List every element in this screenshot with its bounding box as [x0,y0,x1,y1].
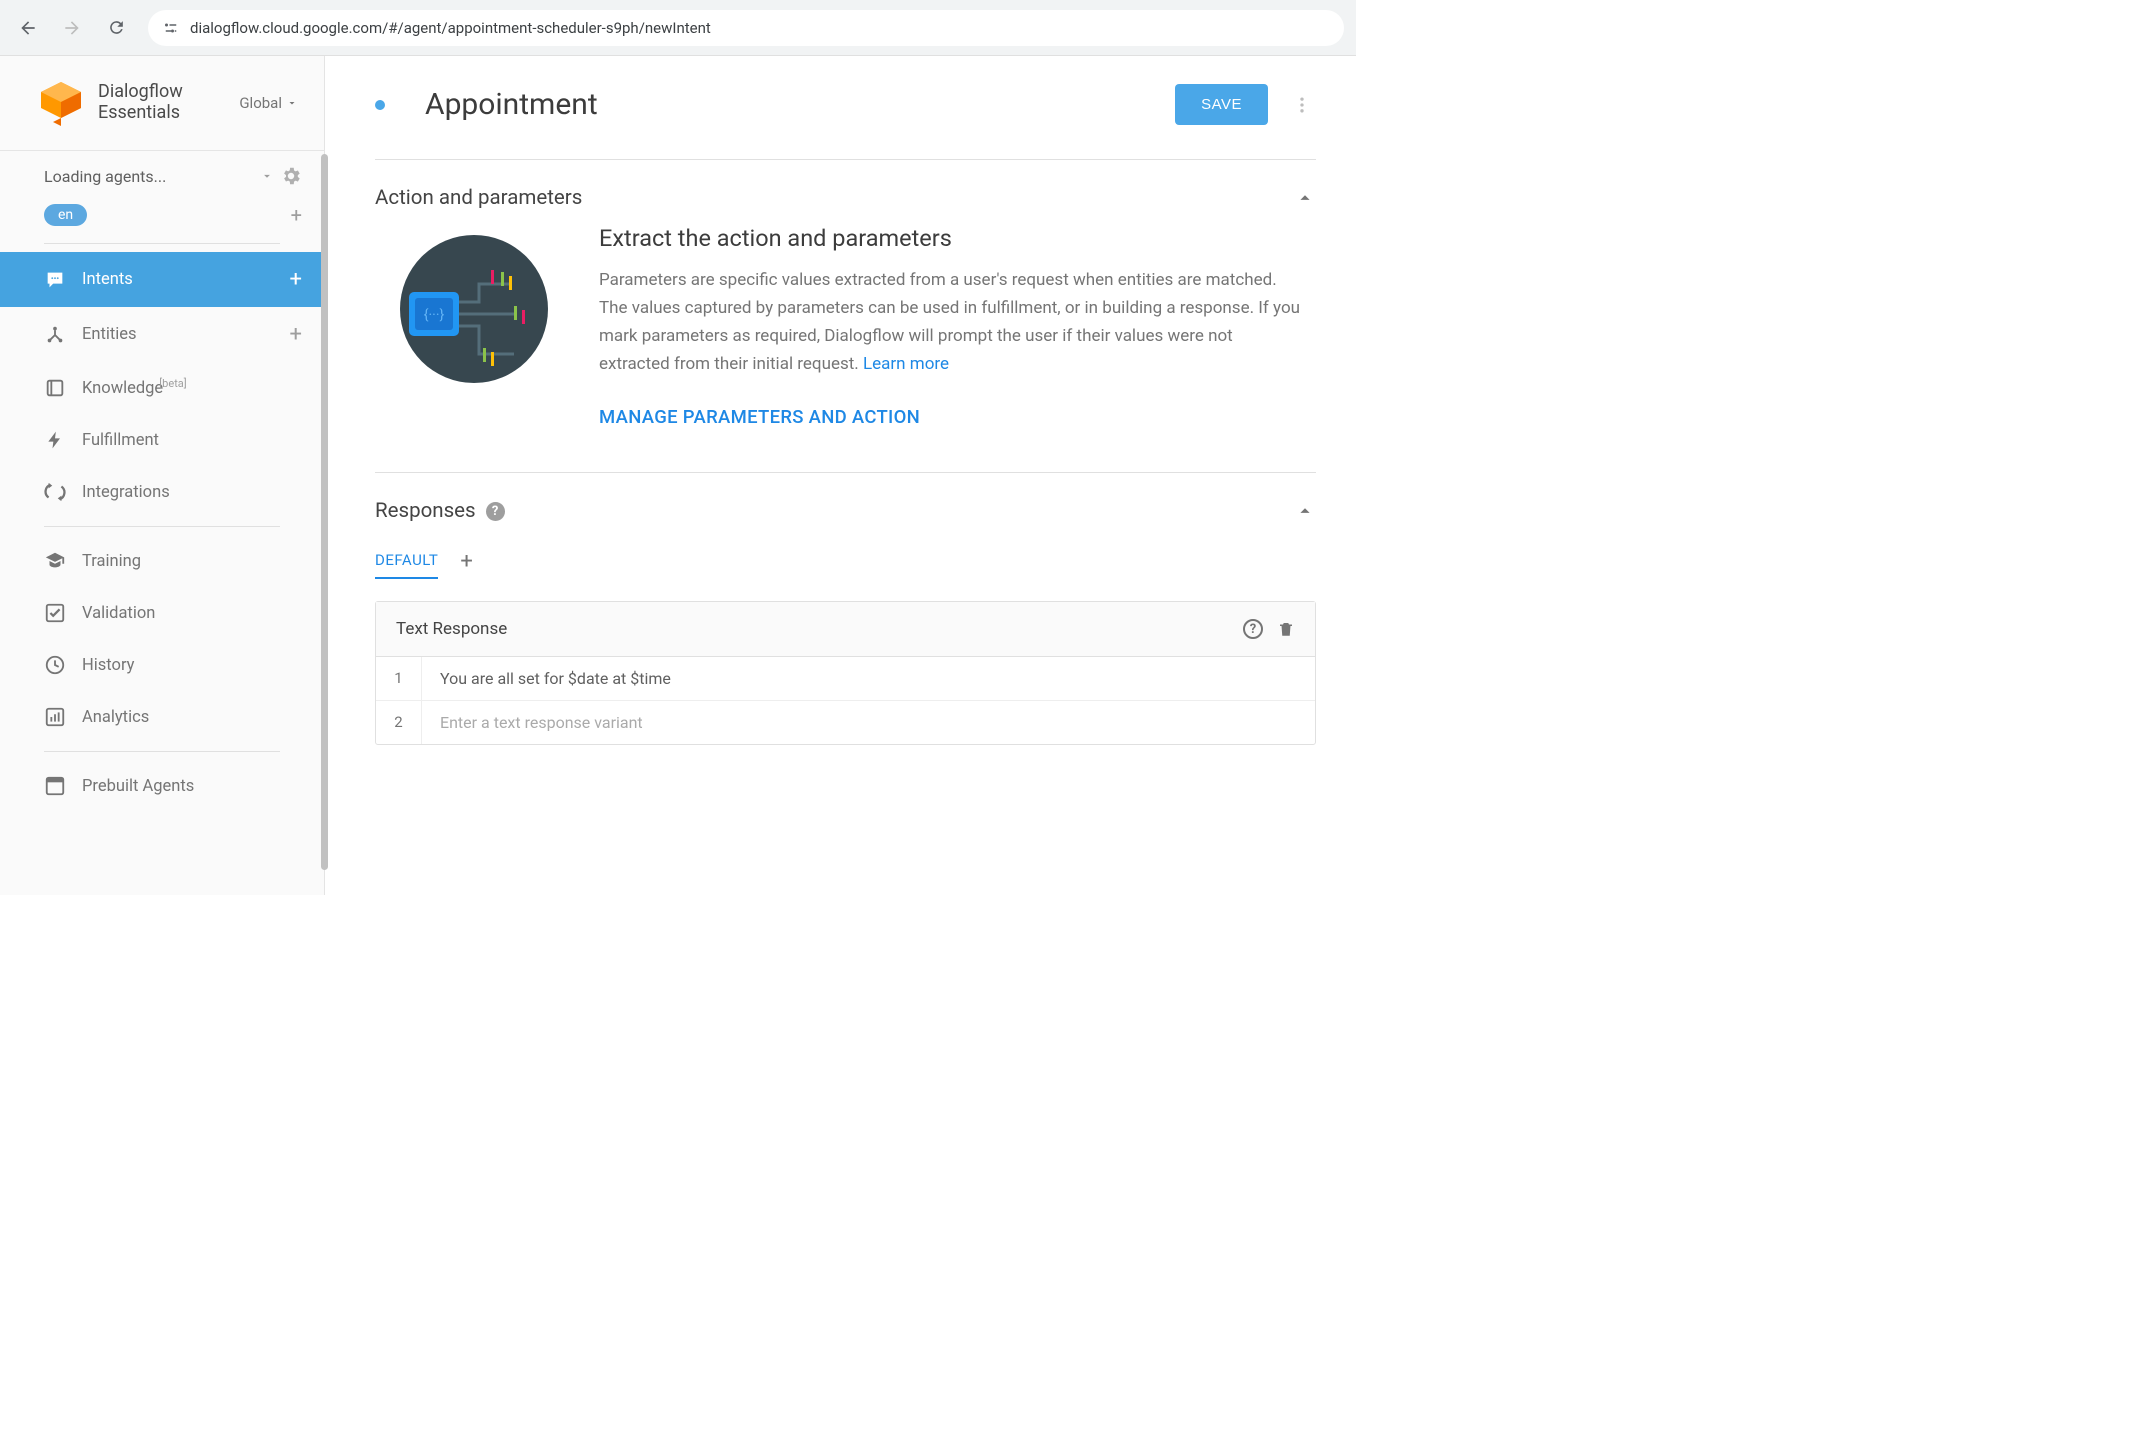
response-text-input[interactable]: You are all set for $date at $time [422,657,1315,700]
dialogflow-logo-icon [36,78,86,128]
text-response-header: Text Response ? [376,602,1315,657]
action-params-description: Parameters are specific values extracted… [599,266,1306,378]
nav-item-validation[interactable]: Validation [0,587,324,639]
main-content: Appointment SAVE Action and parameters [325,56,1356,895]
site-info-icon [162,19,180,37]
trash-icon[interactable] [1277,619,1295,639]
url-text: dialogflow.cloud.google.com/#/agent/appo… [190,19,711,37]
help-icon[interactable]: ? [1243,619,1263,639]
caret-down-icon [260,169,274,183]
nav-item-history[interactable]: History [0,639,324,691]
response-tabs: DEFAULT + [375,543,1316,579]
parameters-illustration: {···} [389,224,559,428]
nav-list-3: Prebuilt Agents [0,752,324,812]
intent-title[interactable]: Appointment [425,87,598,122]
validation-icon [44,602,66,624]
chevron-up-icon [1294,187,1316,209]
chevron-up-icon [1294,500,1316,522]
section-action-parameters: Action and parameters {···} [375,159,1316,472]
browser-reload-button[interactable] [100,12,132,44]
language-row: en + [0,193,324,239]
add-entity-button[interactable]: + [290,322,302,347]
response-row[interactable]: 1 You are all set for $date at $time [376,657,1315,701]
nav-item-integrations[interactable]: Integrations [0,466,324,518]
section-responses: Responses ? DEFAULT + Text Response ? [375,472,1316,765]
text-response-card: Text Response ? 1 You are all set for $d… [375,601,1316,745]
nav-list-2: Training Validation History Analytics [0,527,324,743]
integrations-icon [44,481,66,503]
fulfillment-icon [44,429,66,451]
nav-item-analytics[interactable]: Analytics [0,691,324,743]
status-dot [375,100,385,110]
nav-item-fulfillment[interactable]: Fulfillment [0,414,324,466]
browser-forward-button[interactable] [56,12,88,44]
entities-icon [44,324,66,346]
svg-text:{···}: {···} [424,307,445,323]
learn-more-link[interactable]: Learn more [863,354,949,374]
training-icon [44,550,66,572]
intent-header: Appointment SAVE [325,56,1356,159]
nav-item-prebuilt[interactable]: Prebuilt Agents [0,760,324,812]
browser-back-button[interactable] [12,12,44,44]
prebuilt-icon [44,775,66,797]
nav-item-entities[interactable]: Entities + [0,307,324,362]
manage-parameters-link[interactable]: MANAGE PARAMETERS AND ACTION [599,406,1306,428]
brand-text: Dialogflow Essentials [98,82,183,123]
intents-icon [44,269,66,291]
action-params-heading: Extract the action and parameters [599,224,1306,252]
gear-icon[interactable] [280,165,302,187]
knowledge-icon [44,377,66,399]
response-text-input[interactable]: Enter a text response variant [422,701,1315,744]
card-title: Text Response [396,619,507,639]
section-header[interactable]: Responses ? [375,499,1316,523]
nav-item-knowledge[interactable]: Knowledge [beta] [0,362,324,414]
section-title: Responses [375,499,476,523]
kebab-menu-icon[interactable] [1288,95,1316,115]
section-header[interactable]: Action and parameters [375,186,1316,210]
row-number: 2 [376,701,422,744]
browser-url-bar[interactable]: dialogflow.cloud.google.com/#/agent/appo… [148,10,1344,46]
save-button[interactable]: SAVE [1175,84,1268,125]
response-tab-default[interactable]: DEFAULT [375,543,438,579]
history-icon [44,654,66,676]
nav-item-training[interactable]: Training [0,535,324,587]
agent-selector[interactable]: Loading agents... [0,151,324,193]
row-number: 1 [376,657,422,700]
add-intent-button[interactable]: + [290,267,302,292]
language-pill[interactable]: en [44,204,87,226]
region-selector[interactable]: Global [239,94,298,112]
nav-list: Intents + Entities + Knowledge [beta] [0,244,324,518]
response-row[interactable]: 2 Enter a text response variant [376,701,1315,744]
section-title: Action and parameters [375,186,582,210]
nav-item-intents[interactable]: Intents + [0,252,324,307]
add-language-button[interactable]: + [291,203,302,227]
browser-bar: dialogflow.cloud.google.com/#/agent/appo… [0,0,1356,56]
add-response-tab-button[interactable]: + [460,549,472,574]
brand-block: Dialogflow Essentials Global [0,56,324,151]
help-icon[interactable]: ? [486,502,505,521]
sidebar: Dialogflow Essentials Global Loading age… [0,56,325,895]
caret-down-icon [286,97,298,109]
analytics-icon [44,706,66,728]
